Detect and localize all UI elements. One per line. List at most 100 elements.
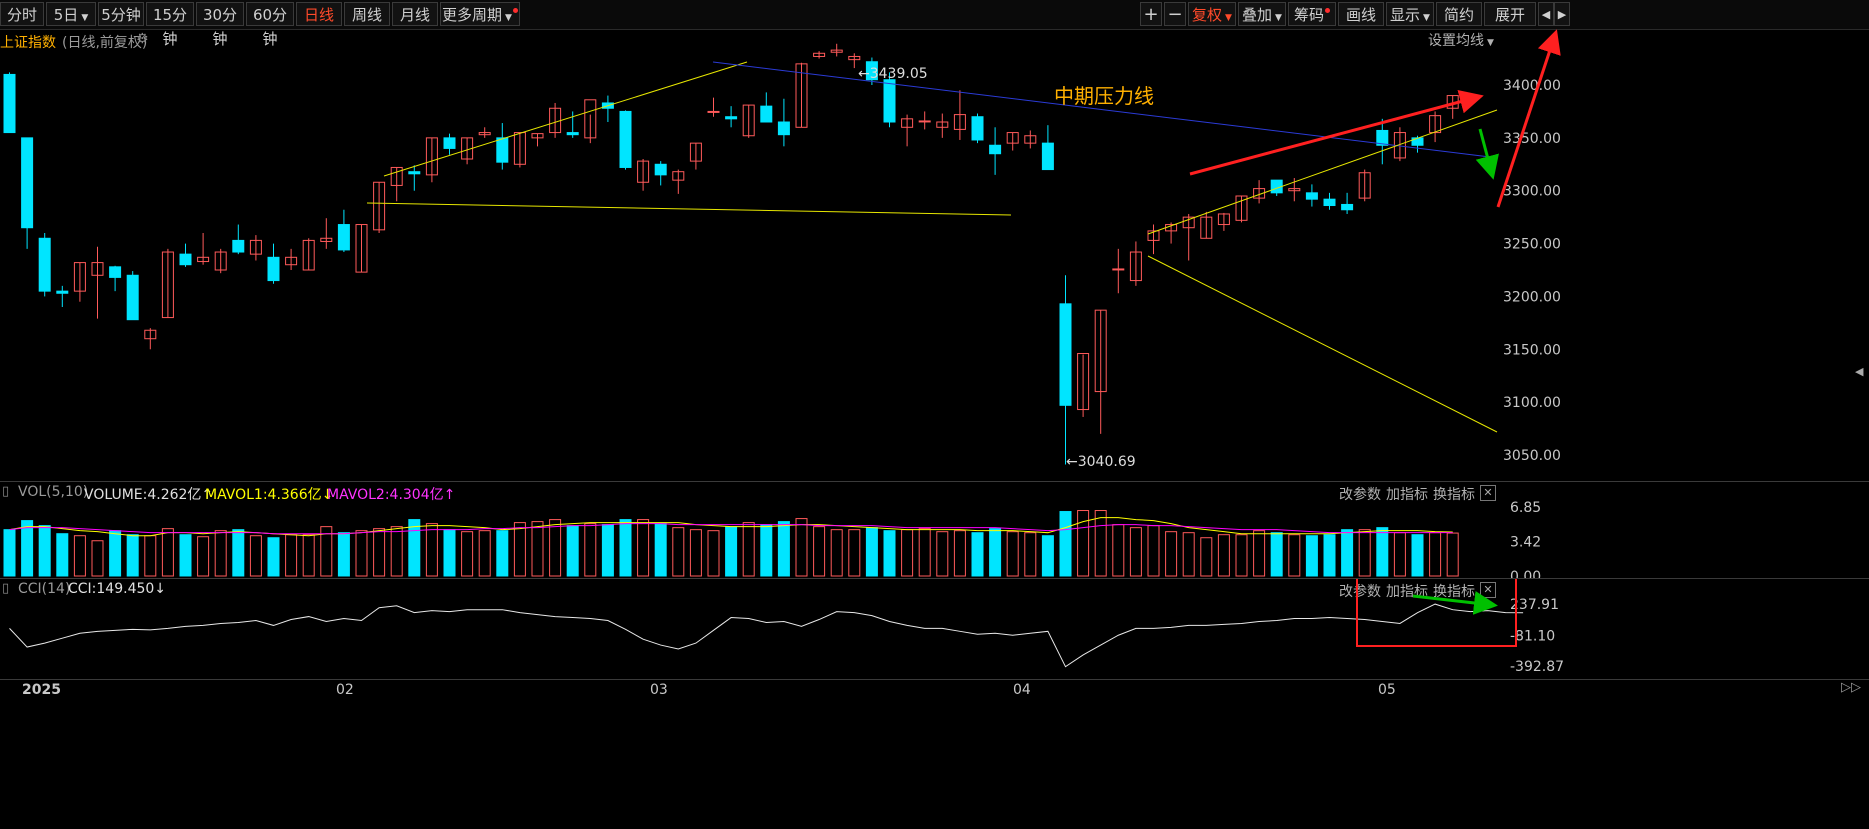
chevron-down-icon: ▼ (505, 13, 512, 23)
prev-icon[interactable]: ◀ (1538, 2, 1554, 26)
volume-bar (1288, 534, 1301, 577)
candle-body (496, 137, 509, 163)
volume-bar (214, 530, 227, 577)
volume-bar (830, 529, 843, 577)
axis-divider (0, 679, 1869, 680)
x-label-apr: 04 (1013, 682, 1031, 698)
volume-bar (619, 519, 632, 577)
period-tab-15min[interactable]: 15分钟 (146, 2, 194, 48)
x-label-feb: 02 (336, 682, 354, 698)
price-axis-tick: 3300.00 (1503, 184, 1561, 200)
volume-bar (777, 521, 790, 577)
period-tab-more-label: 更多周期 (442, 6, 503, 24)
x-label-mar: 03 (650, 682, 668, 698)
volume-bar (513, 522, 526, 577)
volume-bar (56, 533, 69, 577)
chevron-down-icon: ▼ (1423, 13, 1430, 23)
volume-bar (1165, 531, 1178, 577)
volume-bar (126, 534, 139, 577)
channel-lower-line (1147, 255, 1498, 433)
candle-body (971, 116, 984, 141)
notify-dot-icon (1325, 8, 1330, 13)
x-label-year: 2025 (22, 682, 61, 698)
price-axis-tick: 3200.00 (1503, 289, 1561, 305)
volume-bar (742, 522, 755, 577)
volume-bar (883, 530, 896, 577)
volume-bar (144, 535, 157, 577)
volume-bar (1253, 530, 1266, 577)
price-axis-tick: 3350.00 (1503, 131, 1561, 147)
low-price-label: ←3040.69 (1066, 454, 1136, 470)
simple-mode-button[interactable]: 简约 (1436, 2, 1482, 26)
trend-line (383, 61, 748, 177)
volume-chart: 6.85 3.42 0.00 (3, 500, 1541, 578)
volume-bar (443, 529, 456, 577)
display-button[interactable]: 显示 ▼ (1386, 2, 1434, 26)
volume-bar (865, 527, 878, 577)
high-price-value: 3439.05 (869, 66, 928, 82)
volume-bar (302, 534, 315, 577)
candle-body (1112, 268, 1125, 271)
volume-bar (760, 524, 773, 577)
candle-body (179, 253, 192, 266)
volume-axis-tick: 0.00 (1510, 569, 1541, 578)
period-tab-fenshi[interactable]: 分时 (0, 2, 44, 26)
volume-bar (918, 528, 931, 577)
volume-bar (1376, 527, 1389, 577)
red-arrow (1496, 29, 1561, 208)
volume-bar (1235, 534, 1248, 577)
volume-axis-tick: 3.42 (1510, 535, 1541, 551)
period-tab-5min[interactable]: 5分钟 (98, 2, 144, 26)
side-collapse-icon[interactable]: ◀ (1855, 365, 1863, 378)
volume-bar (1393, 532, 1406, 577)
volume-bar (73, 535, 86, 577)
pressure-line-annotation: 中期压力线 (1054, 84, 1154, 108)
zoom-in-button[interactable]: + (1140, 2, 1162, 26)
expand-button[interactable]: 展开 (1484, 2, 1536, 26)
chips-button[interactable]: 筹码 (1288, 2, 1336, 26)
candle-body (1323, 198, 1336, 207)
candle-body (1411, 137, 1424, 146)
candle-body (777, 121, 790, 136)
period-tab-more[interactable]: 更多周期 ▼ (440, 2, 520, 26)
price-axis-tick: 3150.00 (1503, 342, 1561, 358)
period-tab-5day[interactable]: 5日 ▼ (46, 2, 96, 26)
chevron-down-icon: ▼ (1225, 13, 1232, 23)
candle-body (38, 237, 51, 292)
volume-bar (285, 534, 298, 577)
scroll-end-icon[interactable]: ▷▷ (1841, 680, 1861, 695)
period-tab-daily[interactable]: 日线 (296, 2, 342, 26)
volume-bar (936, 531, 949, 577)
candle-body (1041, 142, 1054, 171)
notify-dot-icon (512, 8, 518, 13)
volume-bar (496, 530, 509, 577)
volume-bar (1182, 532, 1195, 577)
volume-bar (109, 530, 122, 577)
period-tab-weekly[interactable]: 周线 (344, 2, 390, 26)
volume-bar (408, 519, 421, 577)
period-tab-monthly[interactable]: 月线 (392, 2, 438, 26)
candle-body (109, 266, 122, 278)
cci-line (9, 603, 1524, 668)
volume-bar (531, 521, 544, 577)
price-axis-tick: 3100.00 (1503, 395, 1561, 411)
cci-axis-tick: 237.91 (1510, 597, 1559, 613)
volume-bar (1411, 534, 1424, 577)
arrow-left-icon: ← (858, 66, 870, 82)
candle-body (760, 105, 773, 123)
chips-label: 筹码 (1293, 6, 1324, 24)
overlay-button[interactable]: 叠加 ▼ (1238, 2, 1286, 26)
zoom-out-button[interactable]: − (1164, 2, 1186, 26)
display-label: 显示 (1390, 6, 1421, 24)
period-tab-30min[interactable]: 30分钟 (196, 2, 244, 48)
volume-bar (1446, 532, 1459, 577)
period-tab-60min[interactable]: 60分钟 (246, 2, 294, 48)
restore-rights-button[interactable]: 复权 ▼ (1188, 2, 1236, 26)
volume-bar (901, 529, 914, 577)
volume-bar (461, 531, 474, 577)
candle-body (56, 290, 69, 294)
next-icon[interactable]: ▶ (1554, 2, 1570, 26)
draw-line-button[interactable]: 画线 (1338, 2, 1384, 26)
volume-bar (425, 523, 438, 577)
volume-bar (584, 523, 597, 577)
